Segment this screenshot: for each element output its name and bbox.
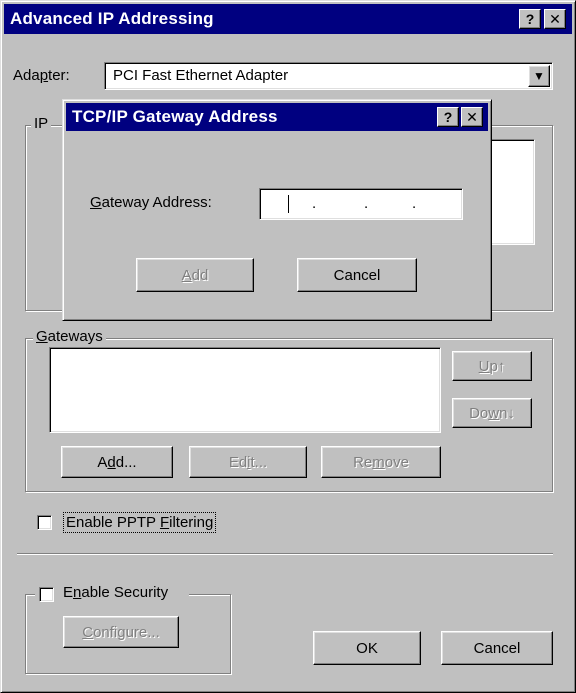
pptp-filtering-checkbox[interactable] [37, 515, 52, 530]
cancel-button[interactable]: Cancel [441, 631, 553, 665]
move-down-button[interactable]: Down↓ [452, 398, 532, 428]
pptp-label-post: iltering [169, 514, 214, 531]
gateway-edit-post: t... [250, 453, 268, 471]
gateway-add-post: d... [115, 453, 137, 471]
dialog-cancel-button[interactable]: Cancel [297, 258, 417, 292]
move-up-rest: p↑ [489, 357, 506, 375]
move-up-button-label: Up↑ [479, 358, 506, 375]
move-down-pre: Do [469, 404, 489, 422]
gateway-address-label: Gateway Address: [90, 194, 212, 211]
move-up-mnemonic: U [478, 357, 490, 375]
gateway-edit-pre: Ed [228, 453, 248, 471]
security-group-header: Enable Security [35, 583, 189, 605]
enable-security-label[interactable]: Enable Security [63, 584, 168, 601]
dialog-add-mnemonic: A [181, 266, 192, 284]
gateway-address-label-mnemonic: G [90, 194, 102, 211]
pptp-filtering-label[interactable]: Enable PPTP Filtering [63, 512, 217, 533]
dropdown-arrow-glyph: ▼ [533, 69, 545, 83]
adapter-label: Adapter: [13, 67, 70, 84]
dialog-titlebar[interactable]: TCP/IP Gateway Address ? ✕ [66, 103, 488, 131]
dialog-help-icon[interactable]: ? [437, 107, 459, 127]
gateway-add-pre: A [97, 453, 108, 471]
gateways-group-label: Gateways [33, 328, 106, 346]
help-icon[interactable]: ? [519, 9, 541, 29]
advanced-ip-addressing-window: Advanced IP Addressing ? ✕ Adapter: PCI … [0, 0, 576, 693]
gateways-list[interactable] [49, 347, 441, 433]
configure-rest: onfigure... [93, 623, 160, 641]
ip-octet-dot-1: . [312, 195, 317, 212]
configure-mnemonic: C [82, 623, 94, 641]
adapter-select[interactable]: PCI Fast Ethernet Adapter ▼ [104, 62, 553, 90]
gateways-label-mnemonic: G [36, 328, 48, 345]
dialog-add-button[interactable]: Add [136, 258, 254, 292]
adapter-label-pre: Ada [13, 67, 40, 84]
move-down-button-label: Down↓ [469, 405, 515, 422]
gateway-address-dialog: TCP/IP Gateway Address ? ✕ Gateway Addre… [62, 99, 492, 321]
window-titlebar[interactable]: Advanced IP Addressing ? ✕ [4, 4, 572, 34]
gateway-edit-button[interactable]: Edit... [189, 446, 307, 478]
separator-line [17, 553, 553, 555]
adapter-select-value: PCI Fast Ethernet Adapter [113, 67, 289, 84]
configure-button[interactable]: Configure... [63, 616, 179, 648]
chevron-down-icon[interactable]: ▼ [528, 65, 550, 87]
close-icon[interactable]: ✕ [544, 9, 566, 29]
gateway-remove-pre: Re [353, 453, 373, 471]
gateway-address-input[interactable]: . . . [259, 188, 463, 220]
adapter-label-mnemonic: p [39, 67, 49, 84]
gateway-remove-post: ove [384, 453, 409, 471]
window-title: Advanced IP Addressing [10, 9, 214, 28]
ip-octet-dot-2: . [364, 195, 369, 212]
dialog-title: TCP/IP Gateway Address [72, 107, 278, 126]
dialog-cancel-button-label: Cancel [333, 266, 381, 284]
ip-address-group-label: IP [31, 115, 52, 133]
gateway-address-label-rest: ateway Address: [101, 194, 212, 211]
pptp-label-mnemonic: F [159, 514, 170, 531]
ok-button-label: OK [356, 639, 378, 657]
dialog-add-rest: dd [191, 266, 209, 284]
security-label-post: able Security [81, 584, 169, 601]
security-label-pre: E [63, 584, 74, 601]
cancel-button-label: Cancel [473, 639, 521, 657]
gateway-remove-button[interactable]: Remove [321, 446, 441, 478]
text-cursor [288, 195, 289, 213]
move-up-button[interactable]: Up↑ [452, 351, 532, 381]
gateway-add-button-label: Add... [97, 454, 136, 471]
gateway-add-button[interactable]: Add... [61, 446, 173, 478]
ok-button[interactable]: OK [313, 631, 421, 665]
dialog-add-button-label: Add [182, 267, 209, 284]
enable-security-checkbox[interactable] [39, 587, 54, 602]
move-down-post: n↓ [499, 404, 515, 422]
configure-button-label: Configure... [82, 624, 160, 641]
dialog-close-icon[interactable]: ✕ [461, 107, 483, 127]
pptp-label-pre: Enable PPTP [66, 514, 160, 531]
gateway-edit-button-label: Edit... [229, 454, 267, 471]
gateways-label-rest: ateways [47, 328, 103, 345]
gateway-add-mnemonic: d [107, 453, 116, 471]
adapter-label-post: ter: [48, 67, 70, 84]
gateway-remove-button-label: Remove [353, 454, 409, 471]
move-down-mnemonic: w [488, 404, 500, 422]
gateway-remove-mnemonic: m [372, 453, 385, 471]
ip-octet-dot-3: . [412, 195, 417, 212]
